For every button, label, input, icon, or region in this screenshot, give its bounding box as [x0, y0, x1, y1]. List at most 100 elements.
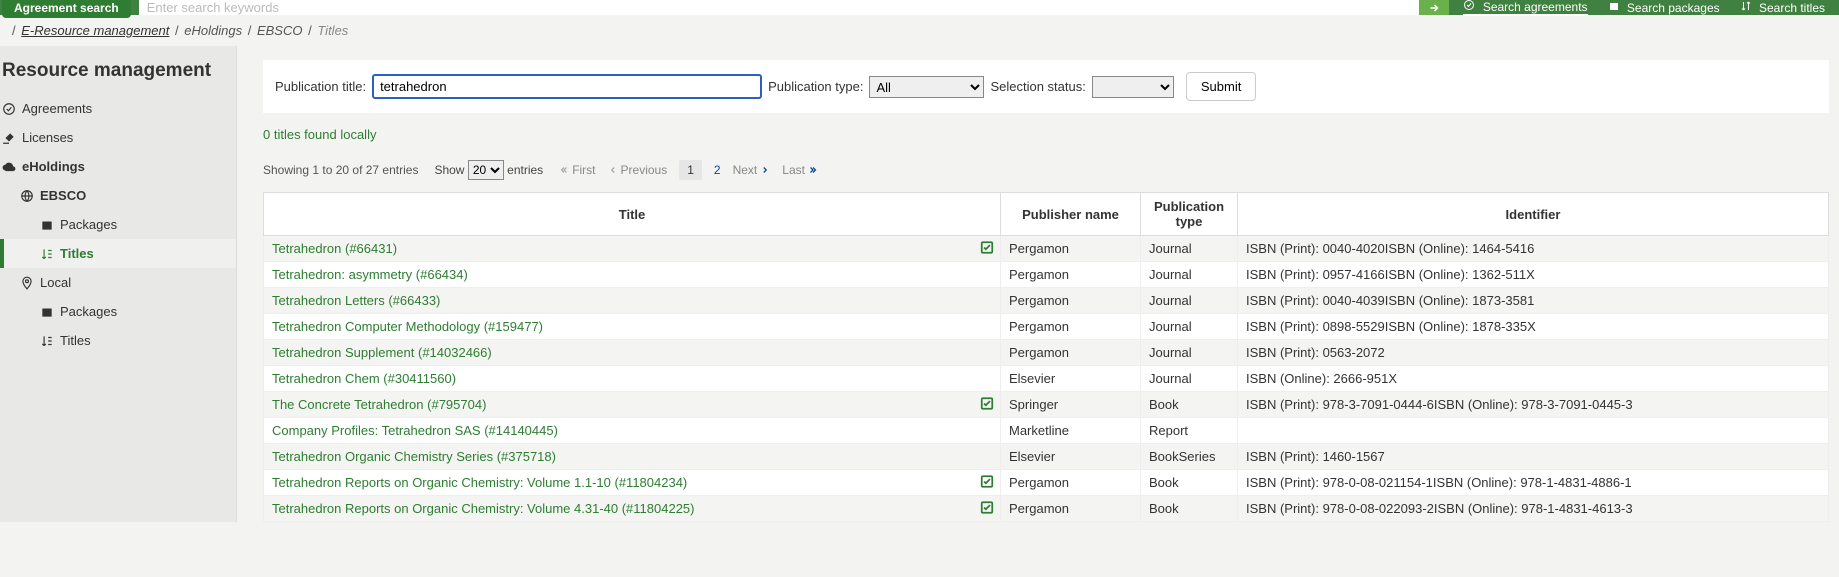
th-publisher[interactable]: Publisher name: [1001, 193, 1141, 236]
table-row: Company Profiles: Tetrahedron SAS (#1414…: [264, 418, 1829, 444]
page-2[interactable]: 2: [714, 163, 721, 177]
pub-title-label: Publication title:: [275, 79, 366, 94]
show-entries-select[interactable]: 20: [468, 160, 504, 180]
sidebar-item-local[interactable]: Local: [0, 268, 236, 297]
action-search-packages[interactable]: Search packages: [1608, 0, 1720, 15]
cell-publisher: Pergamon: [1001, 236, 1141, 262]
sidebar: Resource management Agreements Licenses …: [0, 46, 237, 522]
action-search-titles[interactable]: Search titles: [1740, 0, 1825, 15]
selected-check-icon: [980, 500, 994, 517]
breadcrumb-item-3[interactable]: EBSCO: [257, 23, 303, 38]
found-local-text: 0 titles found locally: [263, 113, 1829, 150]
cell-identifier: ISBN (Print): 978-3-7091-0444-6ISBN (Onl…: [1238, 392, 1829, 418]
sidebar-item-eholdings[interactable]: eHoldings: [0, 152, 236, 181]
cell-type: Journal: [1141, 340, 1238, 366]
selection-status-select[interactable]: [1092, 76, 1174, 98]
th-identifier[interactable]: Identifier: [1238, 193, 1829, 236]
sidebar-item-ebsco-titles[interactable]: Titles: [0, 239, 236, 268]
title-link[interactable]: The Concrete Tetrahedron (#795704): [272, 397, 486, 412]
cell-identifier: ISBN (Print): 0563-2072: [1238, 340, 1829, 366]
title-link[interactable]: Tetrahedron Organic Chemistry Series (#3…: [272, 449, 556, 464]
cell-title: Tetrahedron Computer Methodology (#15947…: [264, 314, 1001, 340]
cell-publisher: Springer: [1001, 392, 1141, 418]
page-previous[interactable]: Previous: [608, 163, 668, 177]
sidebar-item-licenses[interactable]: Licenses: [0, 123, 236, 152]
title-link[interactable]: Tetrahedron (#66431): [272, 241, 397, 256]
package-icon: [40, 218, 54, 232]
page-last-label: Last: [782, 163, 805, 177]
pub-type-select[interactable]: All: [869, 76, 984, 98]
title-link[interactable]: Tetrahedron Computer Methodology (#15947…: [272, 319, 543, 334]
title-link[interactable]: Tetrahedron Supplement (#14032466): [272, 345, 492, 360]
agreement-search-label: Agreement search: [2, 0, 131, 18]
sidebar-item-local-packages[interactable]: Packages: [0, 297, 236, 326]
cell-identifier: ISBN (Online): 2666-951X: [1238, 366, 1829, 392]
cell-type: Journal: [1141, 236, 1238, 262]
table-row: The Concrete Tetrahedron (#795704) Spring…: [264, 392, 1829, 418]
table-row: Tetrahedron (#66431) PergamonJournalISBN …: [264, 236, 1829, 262]
page-1[interactable]: 1: [679, 160, 702, 180]
title-link[interactable]: Tetrahedron Reports on Organic Chemistry…: [272, 501, 695, 516]
action-search-titles-label: Search titles: [1759, 1, 1825, 15]
page-next[interactable]: Next: [733, 163, 771, 177]
sidebar-item-local-titles-label: Titles: [60, 333, 91, 348]
cell-publisher: Pergamon: [1001, 470, 1141, 496]
cell-identifier: ISBN (Print): 0040-4039ISBN (Online): 18…: [1238, 288, 1829, 314]
search-go-button[interactable]: [1419, 0, 1449, 15]
title-search-form: Publication title: Publication type: All…: [263, 60, 1829, 113]
sidebar-item-ebsco-titles-label: Titles: [60, 246, 94, 261]
topbar-actions: Search agreements Search packages Search…: [1449, 0, 1839, 15]
cell-title: Tetrahedron Reports on Organic Chemistry…: [264, 496, 1001, 522]
cell-type: Journal: [1141, 262, 1238, 288]
cell-identifier: ISBN (Print): 978-0-08-022093-2ISBN (Onl…: [1238, 496, 1829, 522]
pub-title-input[interactable]: [372, 74, 762, 99]
table-row: Tetrahedron Computer Methodology (#15947…: [264, 314, 1829, 340]
sidebar-item-local-titles[interactable]: Titles: [0, 326, 236, 355]
sidebar-item-local-label: Local: [40, 275, 71, 290]
th-title[interactable]: Title: [264, 193, 1001, 236]
title-link[interactable]: Tetrahedron: asymmetry (#66434): [272, 267, 468, 282]
cell-type: Book: [1141, 470, 1238, 496]
cell-publisher: Marketline: [1001, 418, 1141, 444]
sort-alpha-icon: [40, 247, 54, 261]
page-last[interactable]: Last: [782, 163, 818, 177]
cell-title: Tetrahedron Organic Chemistry Series (#3…: [264, 444, 1001, 470]
cell-identifier: [1238, 418, 1829, 444]
sidebar-item-ebsco[interactable]: EBSCO: [0, 181, 236, 210]
cell-title: Tetrahedron Supplement (#14032466): [264, 340, 1001, 366]
selected-check-icon: [980, 396, 994, 413]
cell-identifier: ISBN (Print): 0040-4020ISBN (Online): 14…: [1238, 236, 1829, 262]
action-search-agreements[interactable]: Search agreements: [1463, 0, 1587, 16]
top-search-input[interactable]: [139, 0, 1420, 15]
page-first[interactable]: First: [559, 163, 595, 177]
breadcrumb-current: Titles: [317, 23, 348, 38]
check-circle-icon: [2, 102, 16, 116]
list-controls: Showing 1 to 20 of 27 entries Show 20 en…: [263, 150, 1829, 192]
title-link[interactable]: Tetrahedron Letters (#66433): [272, 293, 440, 308]
submit-button[interactable]: Submit: [1186, 72, 1256, 101]
cell-identifier: ISBN (Print): 978-0-08-021154-1ISBN (Onl…: [1238, 470, 1829, 496]
cell-type: BookSeries: [1141, 444, 1238, 470]
table-row: Tetrahedron Chem (#30411560)ElsevierJour…: [264, 366, 1829, 392]
sidebar-item-agreements[interactable]: Agreements: [0, 94, 236, 123]
title-link[interactable]: Company Profiles: Tetrahedron SAS (#1414…: [272, 423, 558, 438]
title-link[interactable]: Tetrahedron Reports on Organic Chemistry…: [272, 475, 687, 490]
breadcrumb-link-1[interactable]: E-Resource management: [21, 23, 169, 38]
title-link[interactable]: Tetrahedron Chem (#30411560): [272, 371, 456, 386]
breadcrumb: / E-Resource management / eHoldings / EB…: [0, 15, 1839, 46]
globe-icon: [20, 189, 34, 203]
cell-type: Book: [1141, 392, 1238, 418]
sort-icon: [1740, 0, 1752, 12]
cell-title: Tetrahedron: asymmetry (#66434): [264, 262, 1001, 288]
cell-title: Company Profiles: Tetrahedron SAS (#1414…: [264, 418, 1001, 444]
breadcrumb-item-2[interactable]: eHoldings: [184, 23, 242, 38]
cell-type: Journal: [1141, 366, 1238, 392]
show-label-pre: Show: [434, 163, 464, 177]
th-type[interactable]: Publication type: [1141, 193, 1238, 236]
show-entries-control: Show 20 entries: [434, 160, 543, 180]
cell-identifier: ISBN (Print): 1460-1567: [1238, 444, 1829, 470]
gavel-icon: [2, 131, 16, 145]
cell-type: Journal: [1141, 314, 1238, 340]
cell-title: Tetrahedron (#66431): [264, 236, 1001, 262]
sidebar-item-ebsco-packages[interactable]: Packages: [0, 210, 236, 239]
